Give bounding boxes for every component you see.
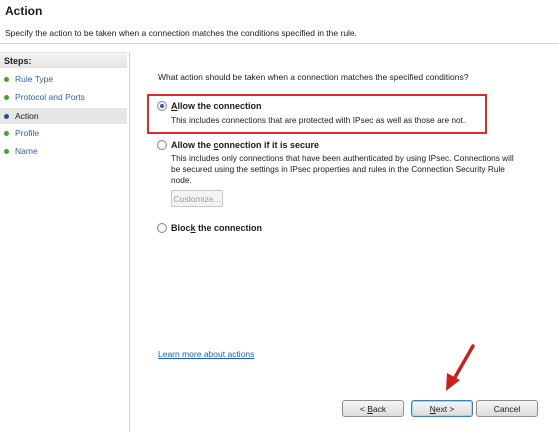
- allow-if-secure-radio[interactable]: [157, 140, 167, 150]
- label-part: llow the connection: [177, 101, 262, 111]
- label-part: Allow the: [171, 140, 214, 150]
- step-label: Rule Type: [15, 74, 54, 84]
- cancel-button[interactable]: Cancel: [476, 400, 538, 417]
- action-panel: What action should be taken when a conne…: [130, 52, 559, 432]
- learn-more-link[interactable]: Learn more about actions: [158, 349, 254, 359]
- step-rule-type[interactable]: Rule Type: [0, 71, 127, 87]
- customize-button[interactable]: Customize...: [171, 190, 223, 207]
- allow-connection-label[interactable]: Allow the connection: [171, 101, 262, 111]
- label-part: onnection if it is secure: [218, 140, 320, 150]
- steps-label: Steps:: [0, 52, 127, 68]
- label-part: the connection: [195, 223, 263, 233]
- allow-connection-description: This includes connections that are prote…: [171, 115, 466, 125]
- block-connection-radio[interactable]: [157, 223, 167, 233]
- step-action[interactable]: Action: [0, 108, 127, 124]
- label-part: Bloc: [171, 223, 191, 233]
- page-subtitle: Specify the action to be taken when a co…: [5, 28, 358, 38]
- label-part: ack: [372, 404, 387, 414]
- page-header: Action Specify the action to be taken wh…: [0, 0, 559, 44]
- page-title: Action: [5, 4, 43, 18]
- allow-if-secure-label[interactable]: Allow the connection if it is secure: [171, 140, 319, 150]
- highlight-box: [147, 94, 487, 134]
- block-connection-label[interactable]: Block the connection: [171, 223, 262, 233]
- step-protocol-and-ports[interactable]: Protocol and Ports: [0, 89, 127, 105]
- back-button[interactable]: < Back: [342, 400, 404, 417]
- step-name[interactable]: Name: [0, 143, 127, 159]
- label-part: ext >: [435, 404, 455, 414]
- bullet-icon: [4, 77, 9, 82]
- step-label: Name: [15, 146, 38, 156]
- bullet-icon: [4, 114, 9, 119]
- bullet-icon: [4, 149, 9, 154]
- step-label: Protocol and Ports: [15, 92, 85, 102]
- step-label: Action: [15, 111, 39, 121]
- steps-sidebar: Steps: Rule Type Protocol and Ports Acti…: [0, 52, 127, 432]
- red-arrow-icon: [446, 344, 475, 391]
- allow-connection-radio[interactable]: [157, 101, 167, 111]
- next-button[interactable]: Next >: [411, 400, 473, 417]
- bullet-icon: [4, 131, 9, 136]
- step-profile[interactable]: Profile: [0, 125, 127, 141]
- step-label: Profile: [15, 128, 40, 138]
- action-question: What action should be taken when a conne…: [158, 72, 469, 82]
- bullet-icon: [4, 95, 9, 100]
- allow-if-secure-description: This includes only connections that have…: [171, 153, 514, 185]
